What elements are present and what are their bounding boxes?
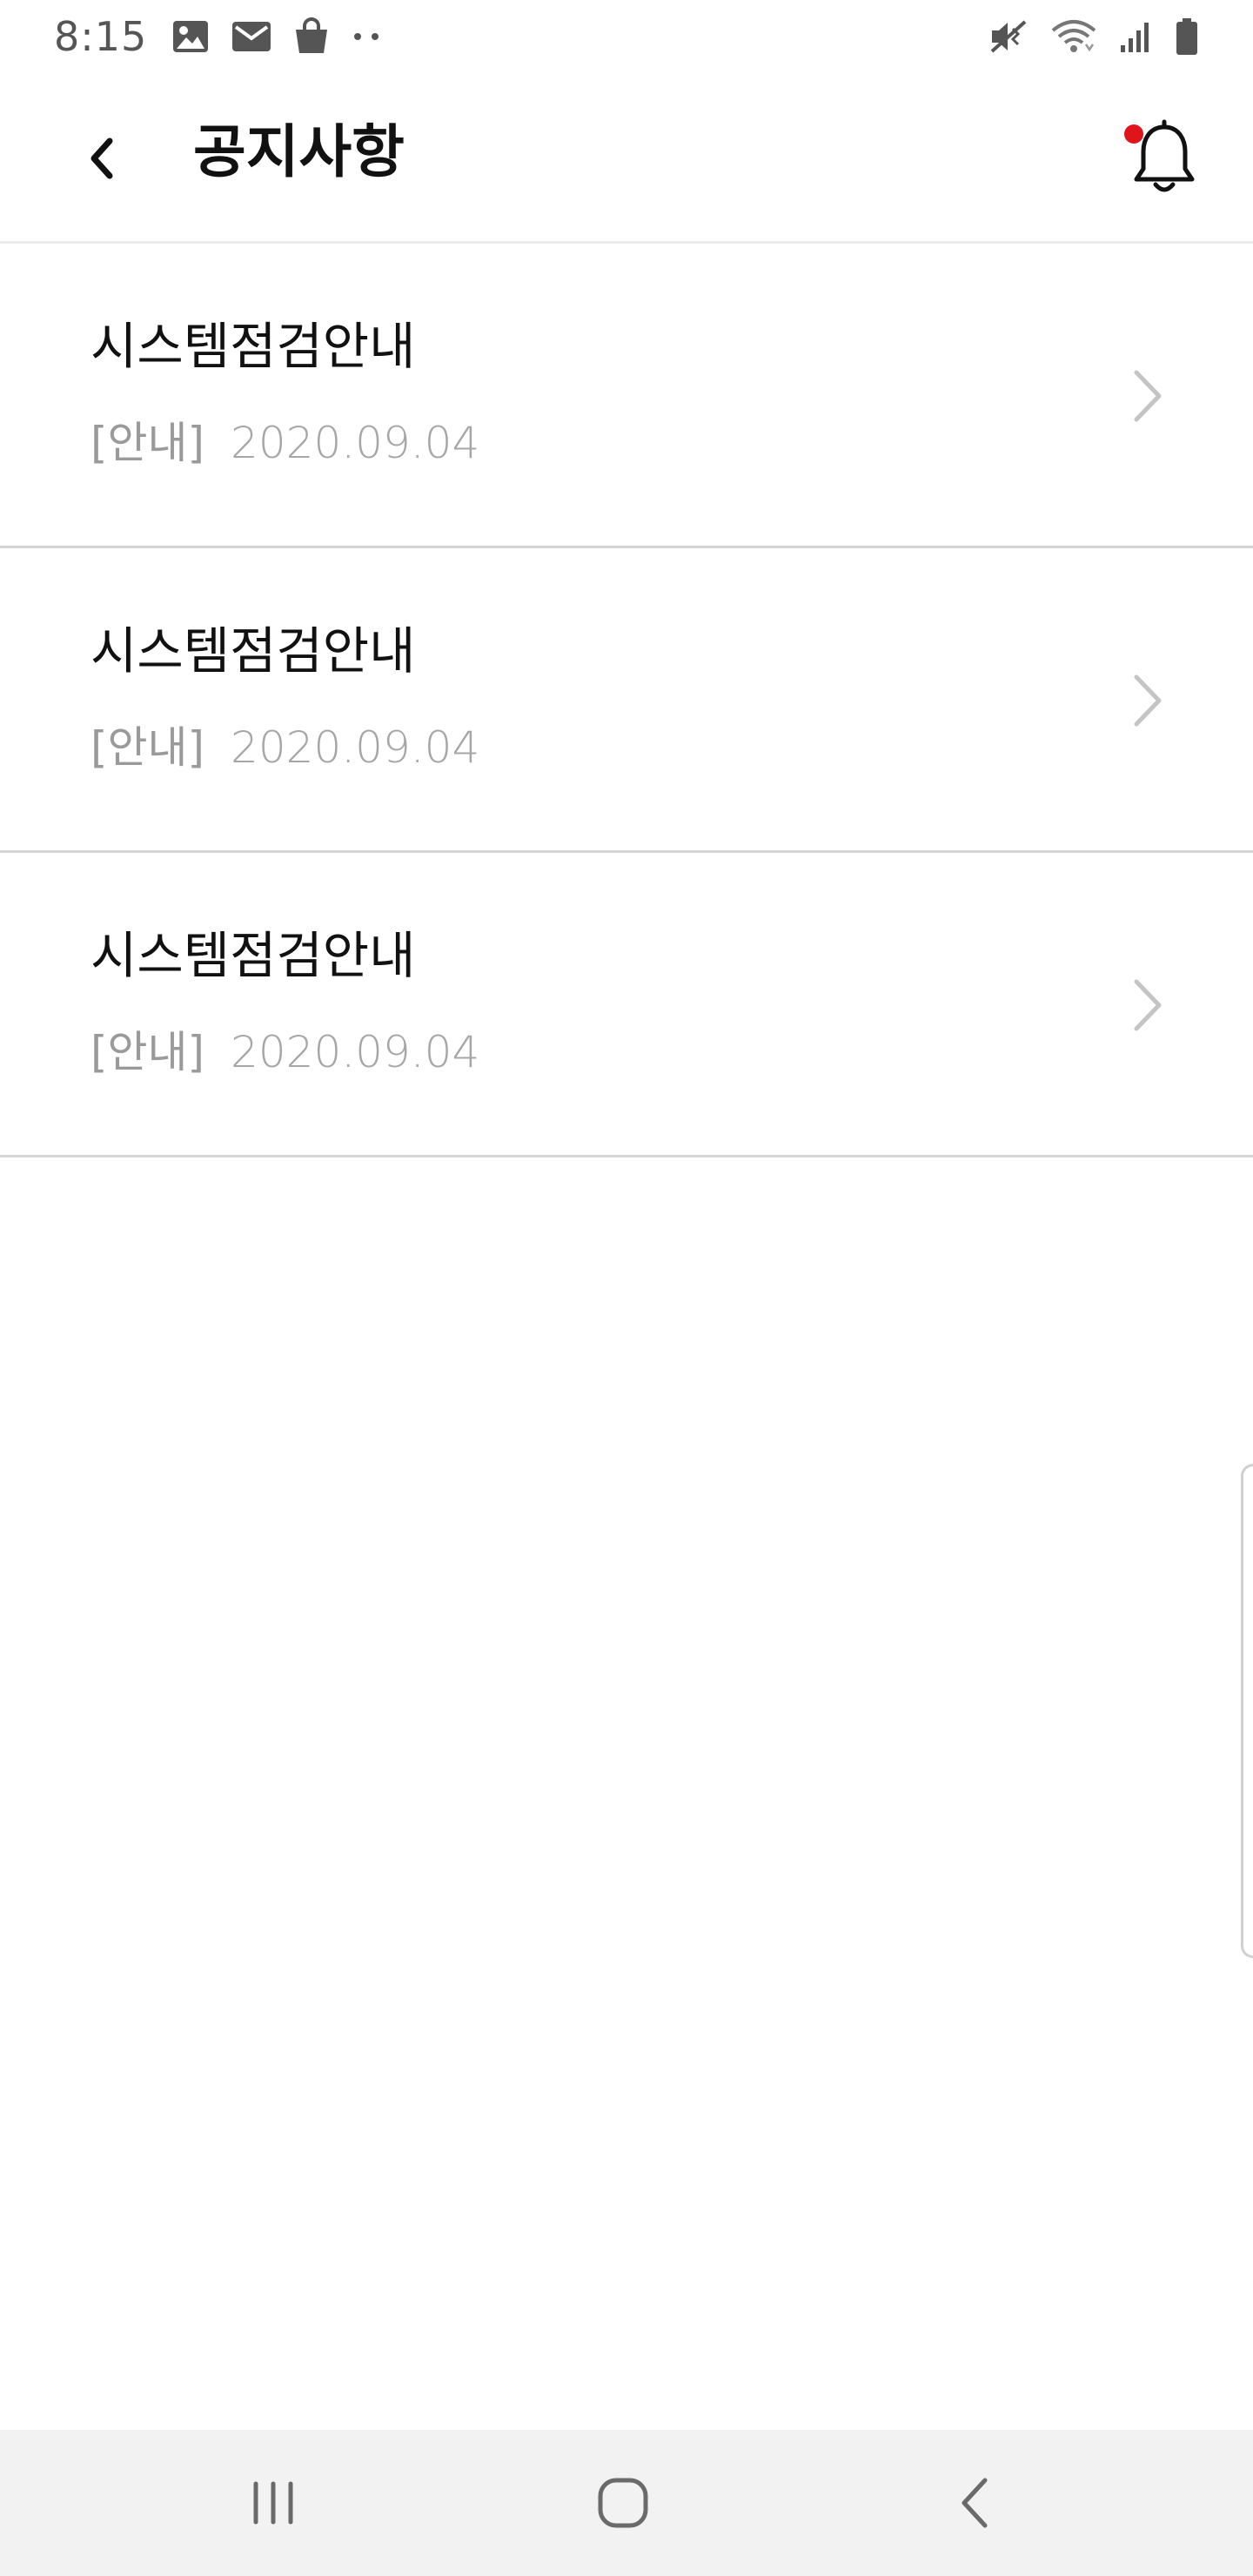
- notice-title: 시스템점검안내: [90, 621, 416, 681]
- shopping-bag-icon: [293, 17, 330, 56]
- app-header: 공지사항: [0, 73, 1253, 244]
- list-item[interactable]: 시스템점검안내 [안내] 2020.09.04: [0, 244, 1253, 548]
- chevron-right-icon: [1134, 370, 1162, 422]
- vibrate-mute-icon: [988, 18, 1029, 55]
- home-icon: [598, 2478, 648, 2528]
- notice-date: 2020.09.04: [231, 418, 480, 468]
- chevron-right-icon: [1134, 979, 1162, 1031]
- list-item[interactable]: 시스템점검안내 [안내] 2020.09.04: [0, 853, 1253, 1157]
- notice-title: 시스템점검안내: [90, 926, 416, 985]
- status-left: 8:15: [54, 13, 382, 60]
- notice-date: 2020.09.04: [231, 722, 480, 773]
- back-icon: [962, 2478, 988, 2528]
- page-title: 공지사항: [193, 118, 405, 185]
- more-dots-icon: [351, 31, 382, 42]
- image-icon: [171, 19, 210, 54]
- signal-icon: [1119, 19, 1154, 54]
- battery-icon: [1175, 17, 1199, 56]
- recent-apps-icon: [253, 2481, 293, 2525]
- notification-badge: [1124, 124, 1143, 144]
- notice-list: 시스템점검안내 [안내] 2020.09.04 시스템점검안내 [안내] 202…: [0, 244, 1253, 1157]
- mail-icon: [231, 19, 272, 54]
- navigation-bar: [0, 2430, 1253, 2576]
- status-bar: 8:15: [0, 0, 1253, 73]
- edge-panel-handle[interactable]: [1241, 1464, 1253, 1958]
- recent-apps-button[interactable]: [230, 2459, 317, 2546]
- notice-meta: [안내] 2020.09.04: [90, 413, 479, 473]
- notice-date: 2020.09.04: [231, 1027, 480, 1077]
- notice-meta: [안내] 2020.09.04: [90, 1022, 479, 1083]
- chevron-right-icon: [1134, 674, 1162, 727]
- chevron-left-icon: [90, 138, 113, 179]
- home-button[interactable]: [580, 2459, 667, 2546]
- wifi-icon: [1049, 18, 1098, 55]
- back-button[interactable]: [64, 122, 137, 195]
- list-item[interactable]: 시스템점검안내 [안내] 2020.09.04: [0, 548, 1253, 853]
- notice-category: [안내]: [90, 1027, 205, 1077]
- notice-category: [안내]: [90, 722, 205, 773]
- notice-title: 시스템점검안내: [90, 317, 416, 376]
- status-right: [988, 17, 1199, 56]
- notice-category: [안내]: [90, 418, 205, 468]
- system-back-button[interactable]: [931, 2459, 1018, 2546]
- status-time: 8:15: [54, 13, 148, 60]
- notice-meta: [안내] 2020.09.04: [90, 717, 479, 778]
